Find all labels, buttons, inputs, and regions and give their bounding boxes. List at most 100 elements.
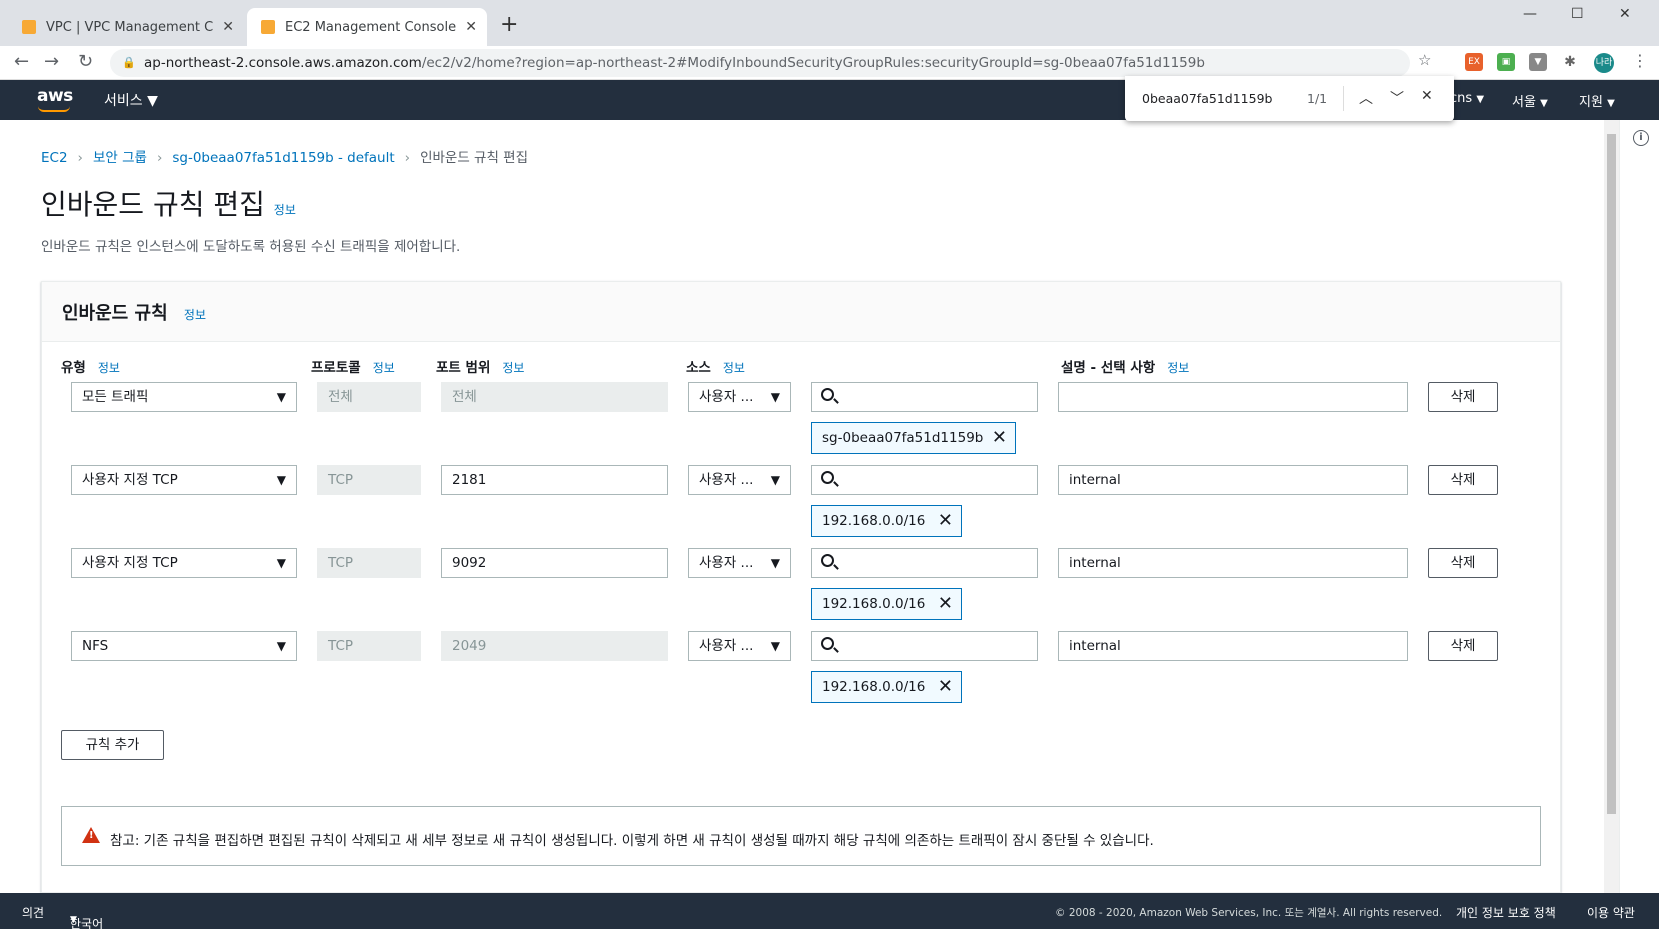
reload-icon[interactable]: ↻ xyxy=(78,51,93,72)
caret-down-icon: ▼ xyxy=(70,915,77,925)
forward-icon[interactable]: → xyxy=(44,51,59,72)
back-icon[interactable]: ← xyxy=(14,51,29,72)
find-close-icon[interactable]: ✕ xyxy=(1421,88,1433,104)
type-select[interactable]: 사용자 지정 TCP ▼ xyxy=(71,465,297,495)
column-info-link[interactable]: 정보 xyxy=(1167,361,1189,375)
aws-logo[interactable]: aws xyxy=(37,86,73,112)
add-rule-button[interactable]: 규칙 추가 xyxy=(61,730,164,760)
delete-rule-button[interactable]: 삭제 xyxy=(1428,382,1498,412)
token-label: 192.168.0.0/16 xyxy=(822,596,926,612)
find-input[interactable]: 0beaa07fa51d1159b xyxy=(1142,91,1272,106)
profile-avatar[interactable]: 나라 xyxy=(1594,53,1614,73)
delete-rule-button[interactable]: 삭제 xyxy=(1428,465,1498,495)
account-menu[interactable]: cns ▼ xyxy=(1450,91,1484,106)
extension-icon[interactable]: EX xyxy=(1465,53,1483,71)
column-header-description: 설명 - 선택 사항 정보 xyxy=(1061,356,1189,376)
tab-title: VPC | VPC Management Console xyxy=(46,19,214,35)
minimize-icon[interactable]: — xyxy=(1523,6,1537,22)
browser-menu-icon[interactable]: ⋮ xyxy=(1632,51,1648,70)
type-value: 사용자 지정 TCP xyxy=(82,555,178,571)
maximize-icon[interactable]: ☐ xyxy=(1571,6,1584,22)
extensions-puzzle-icon[interactable]: ✱ xyxy=(1561,53,1579,71)
breadcrumb-security-groups[interactable]: 보안 그룹 xyxy=(93,150,147,166)
browser-tab-ec2[interactable]: EC2 Management Console ✕ xyxy=(247,8,487,46)
source-select[interactable]: 사용자 ... ▼ xyxy=(688,548,791,578)
protocol-field: TCP xyxy=(317,631,421,661)
region-label: 서울 xyxy=(1512,95,1536,110)
tab-title: EC2 Management Console xyxy=(285,19,457,35)
aws-favicon-icon xyxy=(261,20,275,34)
bookmark-star-icon[interactable]: ☆ xyxy=(1418,51,1431,69)
source-select[interactable]: 사용자 ... ▼ xyxy=(688,465,791,495)
source-search-input[interactable] xyxy=(811,382,1038,412)
extension-icon[interactable]: ▣ xyxy=(1497,53,1515,71)
url-field[interactable]: 🔒 ap-northeast-2.console.aws.amazon.com/e… xyxy=(110,49,1410,77)
caret-down-icon: ▼ xyxy=(276,556,286,570)
breadcrumb-ec2[interactable]: EC2 xyxy=(41,150,68,166)
panel-info-link[interactable]: 정보 xyxy=(184,308,206,322)
port-field: 전체 xyxy=(441,382,668,412)
support-menu[interactable]: 지원 ▼ xyxy=(1579,91,1615,110)
remove-token-icon[interactable]: ✕ xyxy=(938,672,953,702)
source-search-input[interactable] xyxy=(811,548,1038,578)
page-scrollbar[interactable] xyxy=(1604,120,1619,893)
search-icon xyxy=(821,554,834,567)
scrollbar-thumb[interactable] xyxy=(1607,134,1616,814)
delete-rule-button[interactable]: 삭제 xyxy=(1428,631,1498,661)
panel-header: 인바운드 규칙 정보 xyxy=(42,282,1560,342)
source-value: 사용자 ... xyxy=(699,555,754,571)
remove-token-icon[interactable]: ✕ xyxy=(938,506,953,536)
find-next-icon[interactable]: ﹀ xyxy=(1390,88,1404,108)
source-token: 192.168.0.0/16 ✕ xyxy=(811,671,962,703)
description-input[interactable]: internal xyxy=(1058,548,1408,578)
source-search-input[interactable] xyxy=(811,465,1038,495)
caret-down-icon: ▼ xyxy=(276,639,286,653)
description-input[interactable]: internal xyxy=(1058,465,1408,495)
type-select[interactable]: 사용자 지정 TCP ▼ xyxy=(71,548,297,578)
remove-token-icon[interactable]: ✕ xyxy=(938,589,953,619)
column-info-link[interactable]: 정보 xyxy=(98,361,120,375)
source-select[interactable]: 사용자 ... ▼ xyxy=(688,382,791,412)
caret-down-icon: ▼ xyxy=(1540,98,1548,109)
description-input[interactable] xyxy=(1058,382,1408,412)
search-icon xyxy=(821,471,834,484)
column-info-link[interactable]: 정보 xyxy=(502,361,524,375)
remove-token-icon[interactable]: ✕ xyxy=(992,423,1007,453)
caret-down-icon: ▼ xyxy=(147,93,158,109)
source-search-input[interactable] xyxy=(811,631,1038,661)
port-input[interactable]: 2181 xyxy=(441,465,668,495)
page-title: 인바운드 규칙 편집 정보 xyxy=(41,183,296,223)
browser-tab-vpc[interactable]: VPC | VPC Management Console ✕ xyxy=(8,8,244,46)
close-tab-icon[interactable]: ✕ xyxy=(222,19,234,35)
source-value: 사용자 ... xyxy=(699,389,754,405)
column-info-link[interactable]: 정보 xyxy=(723,361,745,375)
delete-rule-button[interactable]: 삭제 xyxy=(1428,548,1498,578)
close-tab-icon[interactable]: ✕ xyxy=(465,19,477,35)
region-menu[interactable]: 서울 ▼ xyxy=(1512,91,1548,110)
terms-link[interactable]: 이용 약관 xyxy=(1587,904,1635,921)
port-input[interactable]: 9092 xyxy=(441,548,668,578)
column-info-link[interactable]: 정보 xyxy=(373,361,395,375)
warning-note: 참고: 기존 규칙을 편집하면 편집된 규칙이 삭제되고 새 세부 정보로 새 … xyxy=(61,806,1541,866)
new-tab-icon[interactable]: + xyxy=(500,12,518,37)
feedback-link[interactable]: 의견 xyxy=(22,904,44,921)
search-icon xyxy=(821,388,834,401)
find-bar: 0beaa07fa51d1159b 1/1 ︿ ﹀ ✕ xyxy=(1125,76,1454,121)
page-info-link[interactable]: 정보 xyxy=(274,203,296,217)
breadcrumb-security-group[interactable]: sg-0beaa07fa51d1159b - default xyxy=(172,150,394,166)
column-label: 프로토콜 xyxy=(311,360,361,376)
type-select[interactable]: 모든 트래픽 ▼ xyxy=(71,382,297,412)
find-previous-icon[interactable]: ︿ xyxy=(1359,88,1373,108)
protocol-field: TCP xyxy=(317,548,421,578)
privacy-link[interactable]: 개인 정보 보호 정책 xyxy=(1456,904,1556,921)
search-icon xyxy=(821,637,834,650)
type-select[interactable]: NFS ▼ xyxy=(71,631,297,661)
services-menu[interactable]: 서비스 ▼ xyxy=(104,90,158,110)
description-input[interactable]: internal xyxy=(1058,631,1408,661)
type-value: 사용자 지정 TCP xyxy=(82,472,178,488)
support-label: 지원 xyxy=(1579,95,1603,110)
info-circle-icon[interactable]: i xyxy=(1633,130,1649,146)
source-select[interactable]: 사용자 ... ▼ xyxy=(688,631,791,661)
extension-icon[interactable]: ▼ xyxy=(1529,53,1547,71)
close-window-icon[interactable]: ✕ xyxy=(1619,6,1631,22)
